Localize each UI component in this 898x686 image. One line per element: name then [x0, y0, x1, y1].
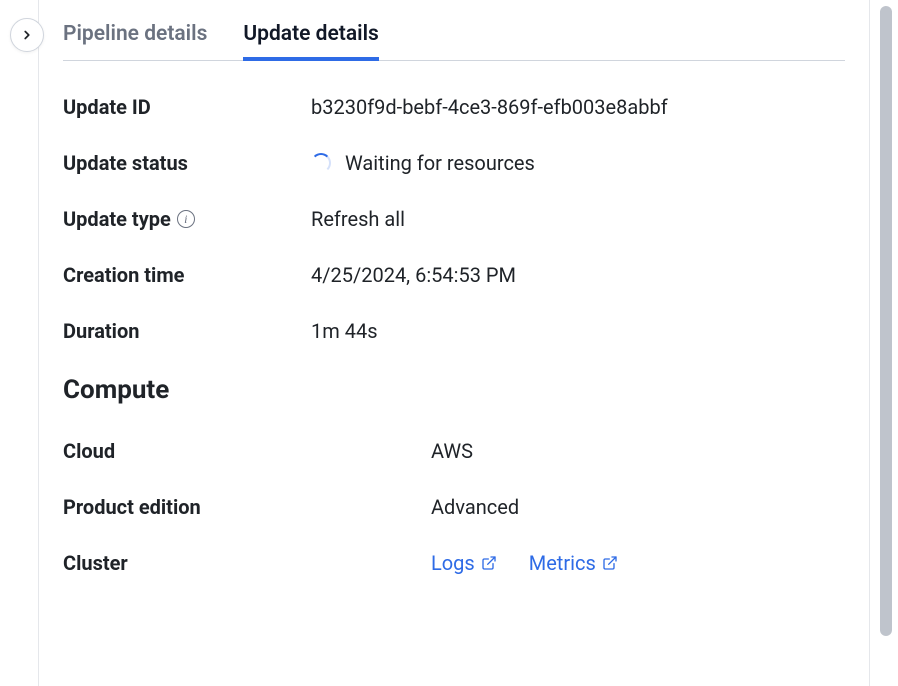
label-product-edition: Product edition [63, 495, 431, 519]
row-duration: Duration 1m 44s [63, 319, 845, 343]
label-update-type: Update type [63, 207, 311, 231]
value-creation-time: 4/25/2024, 6:54:53 PM [311, 263, 516, 287]
value-update-id: b3230f9d-bebf-4ce3-869f-efb003e8abbf [311, 95, 668, 119]
value-product-edition: Advanced [431, 495, 519, 519]
logs-link-text: Logs [431, 551, 475, 575]
update-details-section: Update ID b3230f9d-bebf-4ce3-869f-efb003… [63, 95, 845, 343]
compute-section: Cloud AWS Product edition Advanced Clust… [63, 439, 845, 575]
row-update-id: Update ID b3230f9d-bebf-4ce3-869f-efb003… [63, 95, 845, 119]
spinner-icon [311, 153, 331, 173]
scrollbar-thumb[interactable] [880, 6, 892, 636]
tabs: Pipeline details Update details [63, 0, 845, 61]
external-link-icon [481, 555, 497, 571]
row-cluster: Cluster Logs Metrics [63, 551, 845, 575]
details-panel: Pipeline details Update details Update I… [38, 0, 870, 686]
metrics-link-text: Metrics [529, 551, 596, 575]
row-cloud: Cloud AWS [63, 439, 845, 463]
label-duration: Duration [63, 319, 311, 343]
tab-pipeline-details[interactable]: Pipeline details [63, 14, 207, 60]
value-cluster: Logs Metrics [431, 551, 636, 575]
label-update-id: Update ID [63, 95, 311, 119]
external-link-icon [602, 555, 618, 571]
cluster-metrics-link[interactable]: Metrics [529, 551, 618, 575]
row-update-type: Update type Refresh all [63, 207, 845, 231]
cluster-logs-link[interactable]: Logs [431, 551, 497, 575]
label-cluster: Cluster [63, 551, 431, 575]
label-creation-time: Creation time [63, 263, 311, 287]
value-update-type: Refresh all [311, 207, 405, 231]
tab-update-details[interactable]: Update details [243, 14, 378, 60]
label-cloud: Cloud [63, 439, 431, 463]
value-update-status: Waiting for resources [311, 151, 535, 175]
row-product-edition: Product edition Advanced [63, 495, 845, 519]
section-title-compute: Compute [63, 375, 845, 405]
info-icon[interactable] [177, 210, 195, 228]
chevron-right-icon [20, 28, 34, 42]
value-duration: 1m 44s [311, 319, 378, 343]
row-creation-time: Creation time 4/25/2024, 6:54:53 PM [63, 263, 845, 287]
expand-panel-button[interactable] [10, 18, 44, 52]
row-update-status: Update status Waiting for resources [63, 151, 845, 175]
status-text: Waiting for resources [345, 151, 535, 175]
label-update-type-text: Update type [63, 207, 171, 231]
label-update-status: Update status [63, 151, 311, 175]
scrollbar[interactable] [880, 6, 892, 636]
value-cloud: AWS [431, 439, 473, 463]
